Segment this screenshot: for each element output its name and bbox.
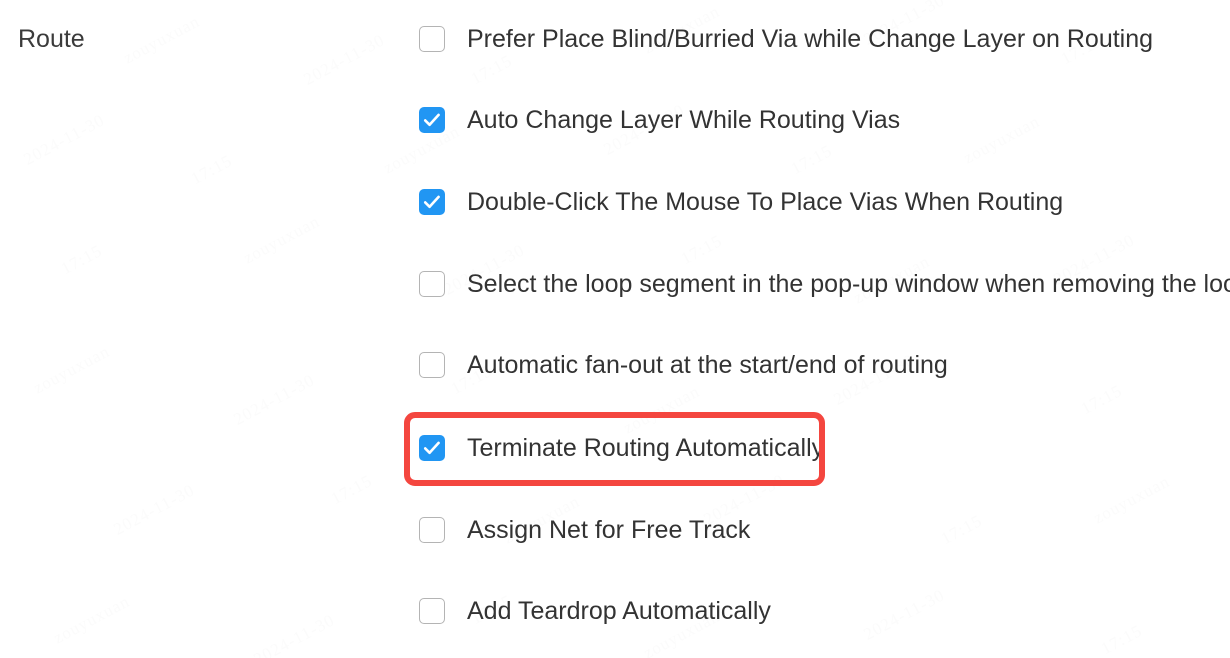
option-label: Terminate Routing Automatically	[467, 434, 825, 462]
option-row[interactable]: Add Teardrop Automatically	[419, 594, 771, 628]
option-row[interactable]: Assign Net for Free Track	[419, 513, 750, 547]
option-label: Double-Click The Mouse To Place Vias Whe…	[467, 188, 1064, 216]
option-row[interactable]: Double-Click The Mouse To Place Vias Whe…	[419, 185, 1063, 219]
option-row[interactable]: Auto Change Layer While Routing Vias	[419, 103, 900, 137]
option-label: Auto Change Layer While Routing Vias	[467, 106, 901, 134]
checkbox-checked-icon[interactable]	[419, 435, 445, 461]
checkbox-unchecked-icon[interactable]	[419, 598, 445, 624]
checkbox-checked-icon[interactable]	[419, 189, 445, 215]
option-row[interactable]: Automatic fan-out at the start/end of ro…	[419, 348, 948, 382]
checkbox-checked-icon[interactable]	[419, 107, 445, 133]
option-label: Prefer Place Blind/Burried Via while Cha…	[467, 25, 1154, 53]
option-row[interactable]: Select the loop segment in the pop-up wi…	[419, 267, 1230, 301]
checkbox-unchecked-icon[interactable]	[419, 271, 445, 297]
option-row[interactable]: Prefer Place Blind/Burried Via while Cha…	[419, 22, 1153, 56]
option-label: Add Teardrop Automatically	[467, 597, 771, 625]
checkbox-unchecked-icon[interactable]	[419, 26, 445, 52]
option-row[interactable]: Terminate Routing Automatically	[419, 431, 824, 465]
option-label: Select the loop segment in the pop-up wi…	[467, 270, 1230, 298]
checkbox-unchecked-icon[interactable]	[419, 517, 445, 543]
section-title-route: Route	[18, 25, 85, 53]
route-settings-panel: Route Prefer Place Blind/Burried Via whi…	[0, 0, 1230, 658]
option-label: Assign Net for Free Track	[467, 516, 751, 544]
option-label: Automatic fan-out at the start/end of ro…	[467, 351, 948, 379]
checkbox-unchecked-icon[interactable]	[419, 352, 445, 378]
